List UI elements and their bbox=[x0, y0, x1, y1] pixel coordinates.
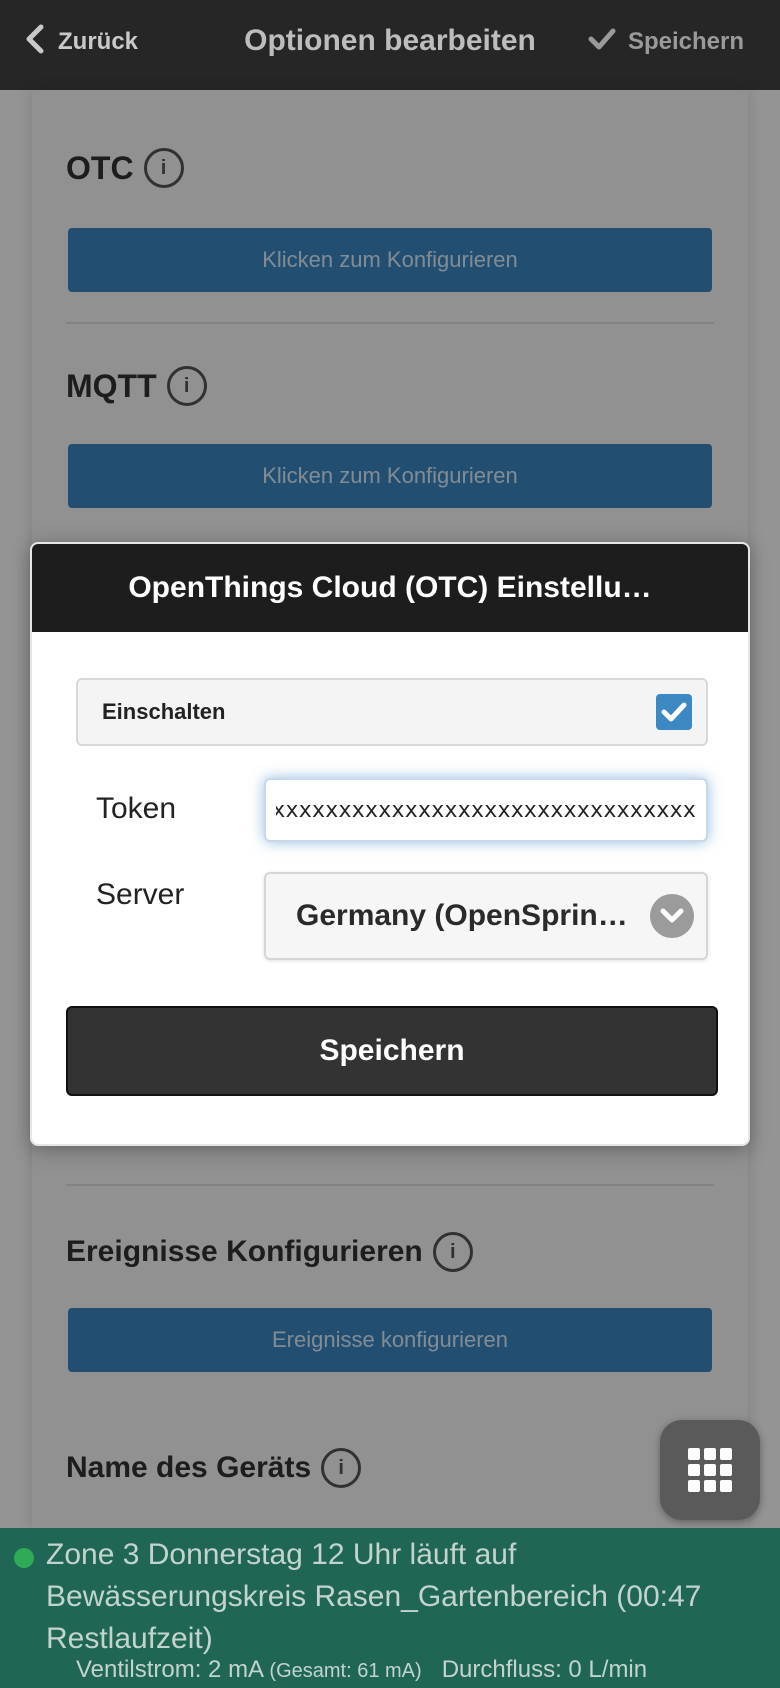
status-bar: Zone 3 Donnerstag 12 Uhr läuft auf Bewäs… bbox=[0, 1528, 780, 1688]
grid-icon bbox=[688, 1448, 732, 1492]
status-indicator-dot bbox=[14, 1548, 34, 1568]
flow-rate: Durchfluss: 0 L/min bbox=[441, 1656, 648, 1683]
status-details: Ventilstrom: 2 mA (Gesamt: 61 mA) Durchf… bbox=[76, 1656, 647, 1684]
status-message: Zone 3 Donnerstag 12 Uhr läuft auf Bewäs… bbox=[46, 1538, 702, 1655]
app-header: Zurück Optionen bearbeiten Speichern bbox=[0, 0, 780, 90]
enable-checkbox[interactable] bbox=[656, 694, 692, 730]
total-current: (Gesamt: 61 mA) bbox=[269, 1660, 422, 1682]
chevron-down-icon bbox=[650, 894, 694, 938]
otc-settings-dialog: OpenThings Cloud (OTC) Einstellu… Einsch… bbox=[30, 542, 750, 1146]
dialog-title: OpenThings Cloud (OTC) Einstellu… bbox=[32, 544, 748, 632]
checkmark-icon bbox=[588, 27, 616, 58]
token-input[interactable] bbox=[264, 778, 708, 842]
enable-toggle-row[interactable]: Einschalten bbox=[76, 678, 708, 746]
server-select[interactable]: Germany (OpenSprin… bbox=[264, 872, 708, 960]
header-save-button[interactable]: Speichern bbox=[588, 22, 744, 62]
enable-label: Einschalten bbox=[102, 699, 226, 724]
menu-grid-button[interactable] bbox=[660, 1420, 760, 1520]
dialog-save-button[interactable]: Speichern bbox=[66, 1006, 718, 1096]
checkmark-icon bbox=[661, 702, 687, 722]
server-label: Server bbox=[96, 878, 185, 911]
token-label: Token bbox=[96, 792, 177, 825]
header-save-label: Speichern bbox=[627, 28, 744, 55]
server-selected-value: Germany (OpenSprin… bbox=[296, 899, 628, 932]
valve-current: Ventilstrom: 2 mA bbox=[76, 1656, 263, 1683]
